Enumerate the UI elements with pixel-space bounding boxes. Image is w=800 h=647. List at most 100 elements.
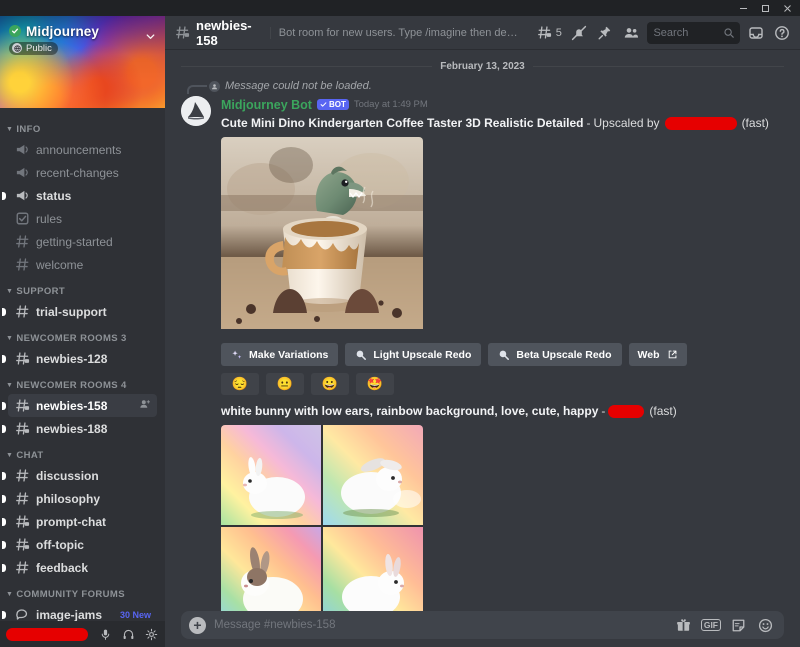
reaction-button[interactable]: 😔 <box>221 373 259 395</box>
channel-category[interactable]: ▼INFO <box>0 114 165 138</box>
sidebar-item-prompt-chat[interactable]: prompt-chat <box>8 510 157 533</box>
sidebar-item-feedback[interactable]: feedback <box>8 556 157 579</box>
help-icon[interactable] <box>773 22 792 44</box>
sidebar-item-label: newbies-128 <box>36 352 151 366</box>
light-upscale-redo-button[interactable]: Light Upscale Redo <box>345 343 481 366</box>
reply-avatar-icon <box>209 81 220 92</box>
unread-indicator <box>2 518 6 526</box>
channel-category[interactable]: ▼NEWCOMER ROOMS 3 <box>0 323 165 347</box>
hash-icon <box>15 304 30 319</box>
sidebar-item-label: off-topic <box>36 538 151 552</box>
unread-indicator <box>2 541 6 549</box>
sidebar-item-trial-support[interactable]: trial-support <box>8 300 157 323</box>
channel-topic[interactable]: Bot room for new users. Type /imagine th… <box>270 27 522 39</box>
attachment-image-bunnies[interactable] <box>221 425 423 611</box>
hash-icon <box>15 468 30 483</box>
message-input-placeholder[interactable]: Message #newbies-158 <box>214 619 666 631</box>
rules-icon <box>15 211 30 226</box>
chevron-down-icon: ▼ <box>6 452 13 459</box>
chevron-down-icon: ▼ <box>6 335 13 342</box>
sidebar-item-label: discussion <box>36 469 151 483</box>
chevron-down-icon: ▼ <box>6 288 13 295</box>
channel-category-label: COMMUNITY FORUMS <box>16 589 125 600</box>
prompt-text: white bunny with low ears, rainbow backg… <box>221 402 598 420</box>
reaction-button[interactable]: 😐 <box>266 373 304 395</box>
sidebar-item-recent-changes[interactable]: recent-changes <box>8 161 157 184</box>
sidebar-item-announcements[interactable]: announcements <box>8 138 157 161</box>
avatar-gutter <box>181 401 211 611</box>
attachment-image-dino[interactable] <box>221 137 423 334</box>
sidebar-item-label: welcome <box>36 258 151 272</box>
sidebar-item-newbies-158[interactable]: newbies-158 <box>8 394 157 417</box>
message-prompt-line: Cute Mini Dino Kindergarten Coffee Taste… <box>221 113 784 132</box>
server-name: Midjourney <box>26 24 99 39</box>
prompt-text: Cute Mini Dino Kindergarten Coffee Taste… <box>221 114 584 132</box>
channel-category[interactable]: ▼NEWCOMER ROOMS 4 <box>0 370 165 394</box>
add-attachment-button[interactable]: + <box>189 617 206 634</box>
reaction-button[interactable]: 😀 <box>311 373 349 395</box>
gif-icon[interactable]: GIF <box>701 619 721 632</box>
member-list-icon[interactable] <box>621 22 640 44</box>
topbar-channel: newbies-158 <box>175 18 261 48</box>
server-header[interactable]: Midjourney Public <box>0 16 165 62</box>
message-author[interactable]: Midjourney Bot <box>221 98 312 112</box>
microphone-icon[interactable] <box>95 624 115 644</box>
speed-label: (fast) <box>644 402 676 420</box>
hash-thread-icon <box>15 398 30 413</box>
make-variations-button[interactable]: Make Variations <box>221 343 338 366</box>
channel-category[interactable]: ▼COMMUNITY FORUMS <box>0 579 165 603</box>
window-maximize-button[interactable] <box>754 1 776 16</box>
window-body: Midjourney Public ▼INFOannounce <box>0 16 800 647</box>
avatar[interactable] <box>181 96 211 126</box>
sidebar-item-philosophy[interactable]: philosophy <box>8 487 157 510</box>
search-input[interactable]: Search <box>647 22 739 44</box>
settings-gear-icon[interactable] <box>141 624 161 644</box>
sidebar-item-getting-started[interactable]: getting-started <box>8 230 157 253</box>
sticker-icon[interactable] <box>729 616 748 635</box>
user-panel <box>0 621 165 647</box>
speed-label: (fast) <box>737 114 769 132</box>
headphones-icon[interactable] <box>118 624 138 644</box>
unread-indicator <box>2 308 6 316</box>
discord-window: Midjourney Public ▼INFOannounce <box>0 0 800 647</box>
hash-icon <box>15 257 30 272</box>
unread-indicator <box>2 402 6 410</box>
beta-upscale-redo-button[interactable]: Beta Upscale Redo <box>488 343 621 366</box>
channel-category-label: INFO <box>16 124 40 135</box>
main-panel: newbies-158 Bot room for new users. Type… <box>165 16 800 647</box>
sidebar-item-newbies-188[interactable]: newbies-188 <box>8 417 157 440</box>
threads-button[interactable]: 5 <box>536 22 562 44</box>
sidebar-item-discussion[interactable]: discussion <box>8 464 157 487</box>
sidebar-item-rules[interactable]: rules <box>8 207 157 230</box>
chevron-down-icon[interactable] <box>144 30 157 48</box>
window-minimize-button[interactable] <box>732 1 754 16</box>
chevron-down-icon: ▼ <box>6 126 13 133</box>
window-close-button[interactable] <box>776 1 798 16</box>
sidebar-item-newbies-128[interactable]: newbies-128 <box>8 347 157 370</box>
inbox-icon[interactable] <box>747 22 766 44</box>
reply-reference[interactable]: Message could not be loaded. <box>209 78 784 94</box>
sidebar-item-image-jams[interactable]: image-jams30 New <box>8 603 157 621</box>
reply-spine <box>187 85 207 94</box>
pinned-messages-icon[interactable] <box>595 22 614 44</box>
date-divider: February 13, 2023 <box>165 49 800 78</box>
message-composer[interactable]: + Message #newbies-158 GIF <box>181 611 784 639</box>
web-button[interactable]: Web <box>629 343 687 366</box>
hash-thread-icon <box>15 351 30 366</box>
gift-icon[interactable] <box>674 616 693 635</box>
message-header: Midjourney Bot BOT Today at 1:49 PM <box>221 96 784 113</box>
channel-category[interactable]: ▼SUPPORT <box>0 276 165 300</box>
sidebar-item-off-topic[interactable]: off-topic <box>8 533 157 556</box>
search-placeholder: Search <box>653 27 718 39</box>
channel-category[interactable]: ▼CHAT <box>0 440 165 464</box>
message-list[interactable]: February 13, 2023 Message could not be l… <box>165 49 800 611</box>
emoji-icon[interactable] <box>756 616 775 635</box>
sidebar-item-status[interactable]: status <box>8 184 157 207</box>
message-body: Midjourney Bot BOT Today at 1:49 PM Cute… <box>221 96 784 395</box>
notification-muted-icon[interactable] <box>569 22 588 44</box>
username-redaction <box>6 628 88 641</box>
sidebar-item-welcome[interactable]: welcome <box>8 253 157 276</box>
message-row: Midjourney Bot BOT Today at 1:49 PM Cute… <box>181 94 784 395</box>
reaction-button[interactable]: 🤩 <box>356 373 394 395</box>
member-add-icon[interactable] <box>139 398 151 413</box>
